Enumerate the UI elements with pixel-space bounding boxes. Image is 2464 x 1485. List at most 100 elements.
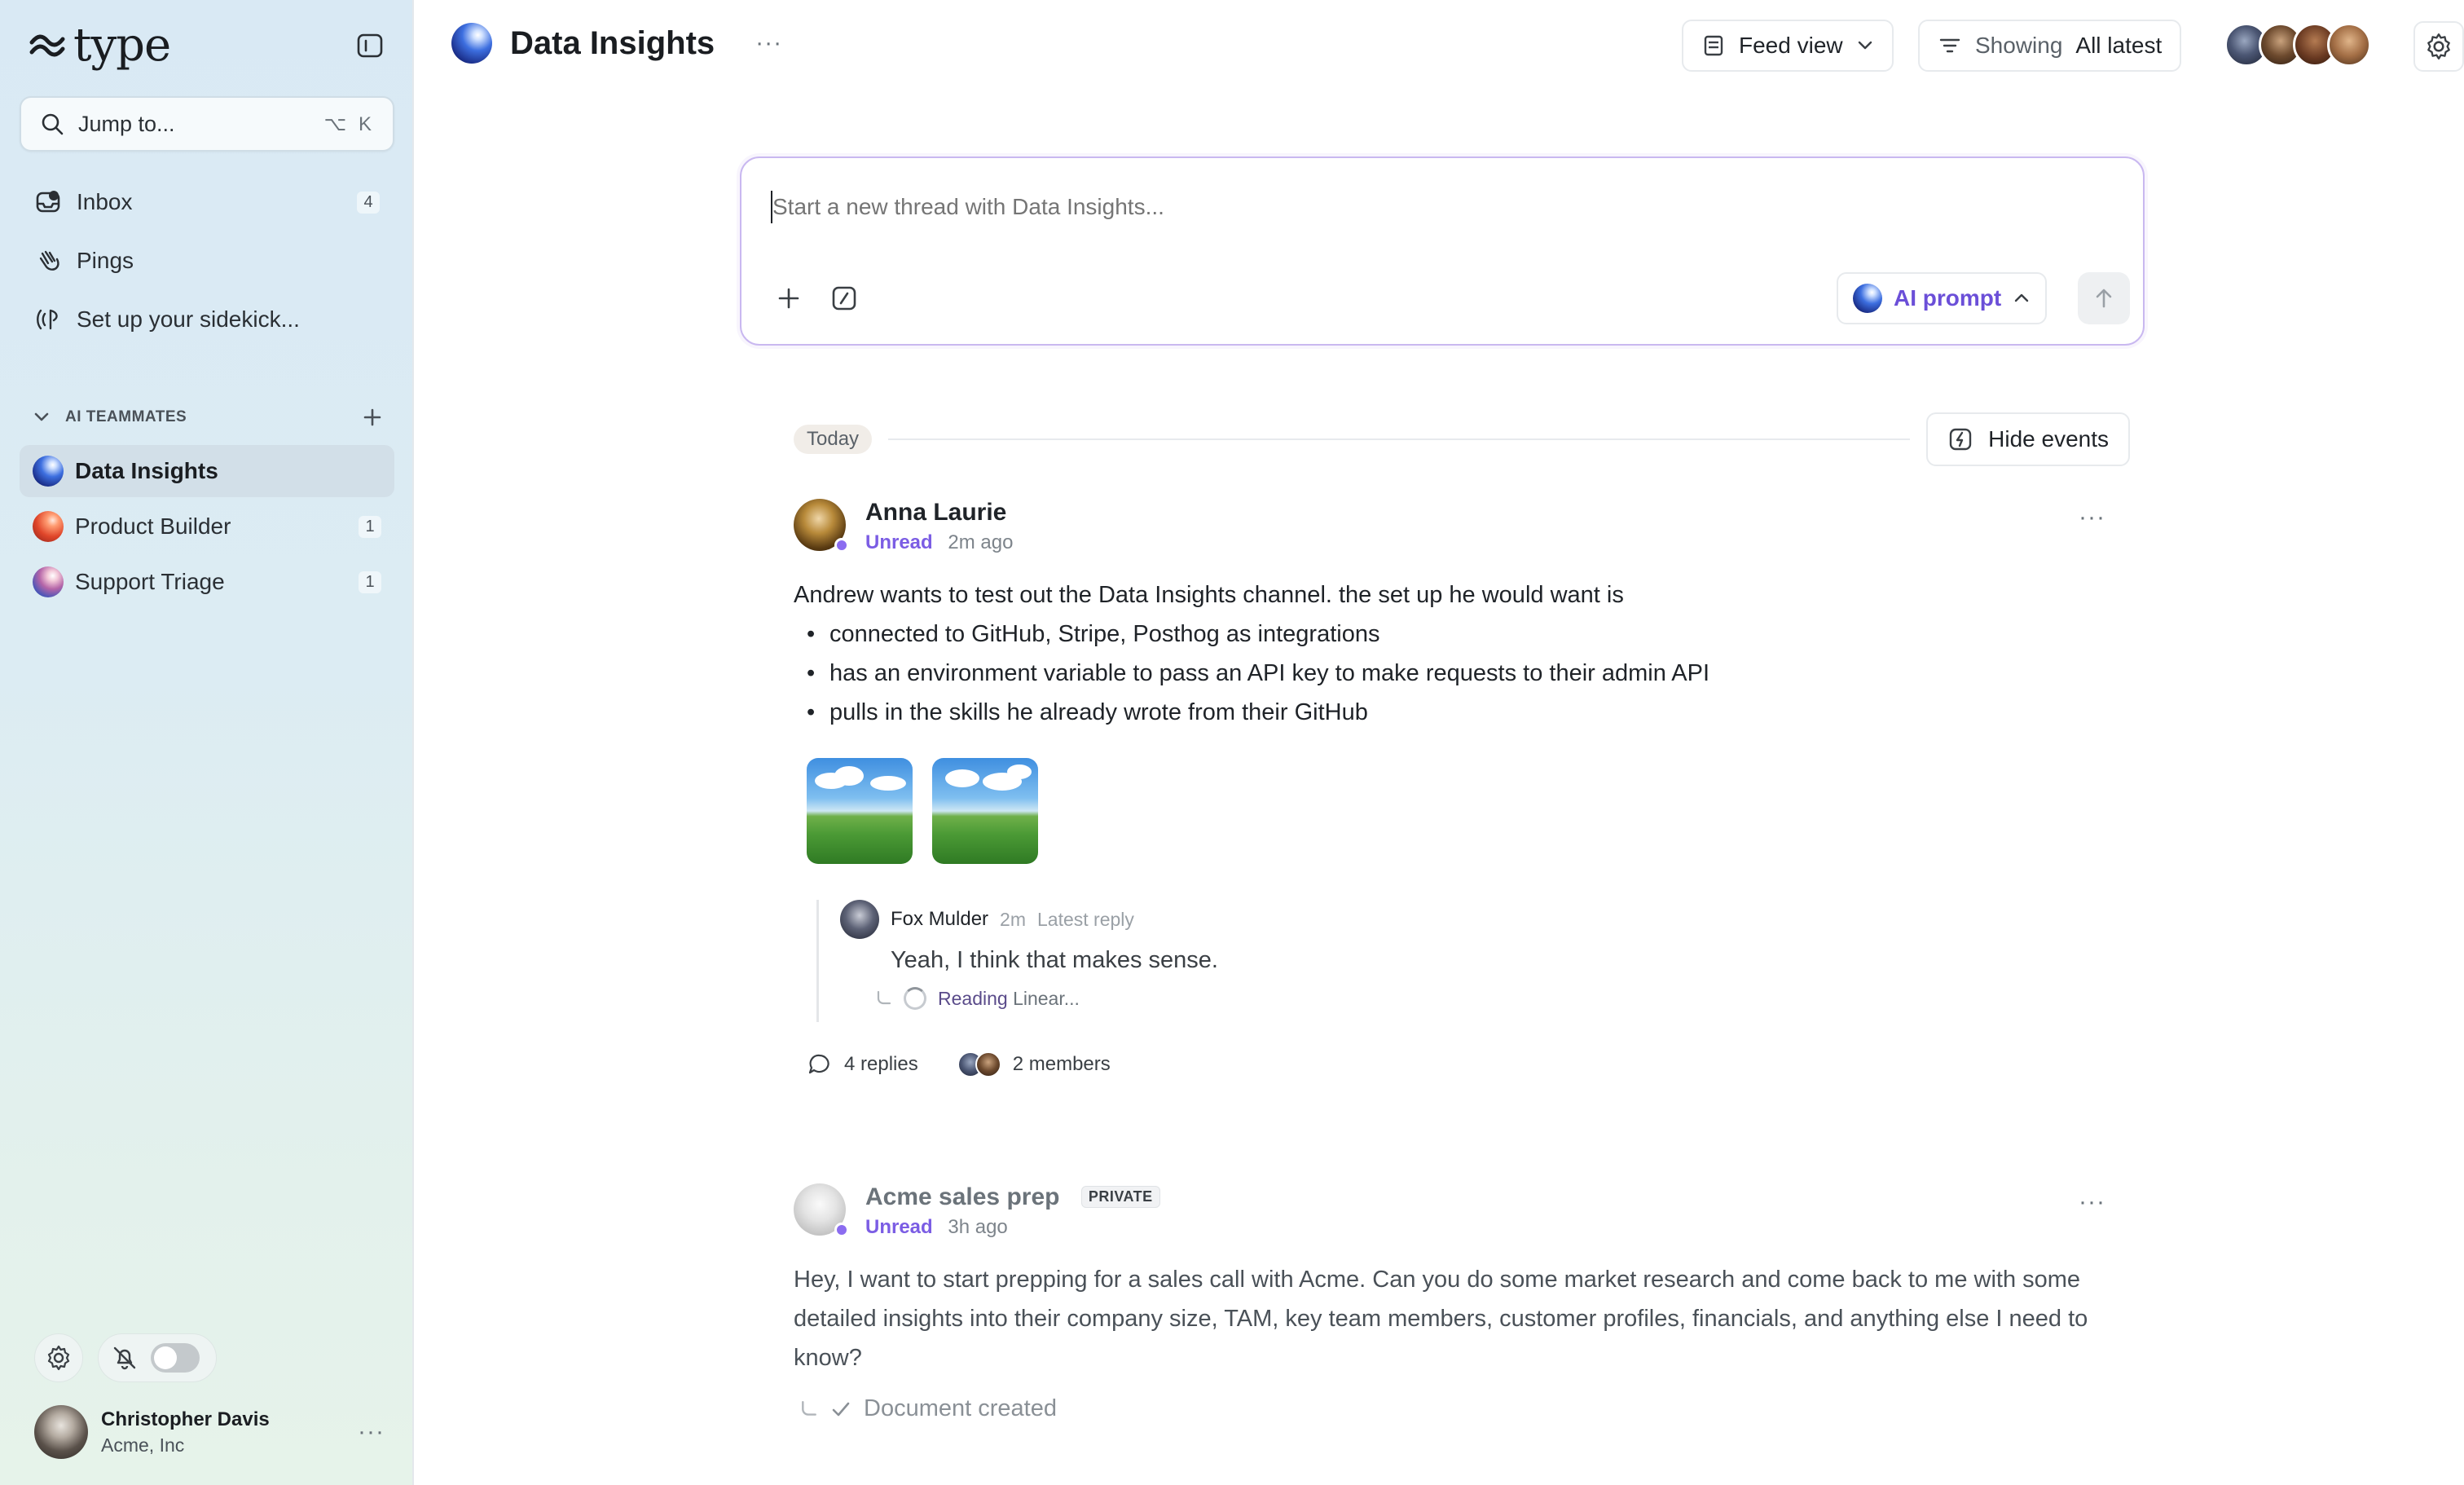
replies-count: 4 replies	[844, 1053, 918, 1075]
image-attachment[interactable]	[932, 758, 1038, 864]
data-insights-orb-icon	[33, 456, 64, 487]
support-triage-orb-icon	[33, 566, 64, 597]
showing-filter-button[interactable]: Showing All latest	[1918, 20, 2182, 72]
replies-button[interactable]: 4 replies	[807, 1051, 918, 1077]
current-user[interactable]: Christopher Davis Acme, Inc ···	[34, 1403, 385, 1461]
reply-time: 2m	[1000, 908, 1026, 930]
support-triage-count-badge: 1	[359, 571, 381, 593]
plus-icon	[778, 288, 799, 309]
inbox-count-badge: 4	[357, 191, 380, 214]
feed-view-dropdown[interactable]: Feed view	[1682, 20, 1894, 72]
ai-prompt-dropdown[interactable]: AI prompt	[1837, 272, 2048, 324]
image-attachment[interactable]	[807, 758, 913, 864]
arrow-up-icon	[2096, 289, 2112, 308]
thread-card[interactable]: Anna Laurie Unread 2m ago ··· Andrew wan…	[794, 499, 2114, 1077]
lightning-box-icon	[1949, 428, 1972, 451]
thread-options-button[interactable]: ···	[2079, 1188, 2105, 1216]
section-title: AI TEAMMATES	[65, 408, 187, 425]
avatar[interactable]	[840, 900, 879, 939]
data-insights-orb-icon	[451, 23, 492, 64]
channel-settings-button[interactable]	[2413, 21, 2464, 72]
reply-author: Fox Mulder	[891, 908, 989, 930]
sidebar-toggle-icon	[357, 33, 383, 58]
sidebar-item-product-builder[interactable]: Product Builder 1	[20, 500, 394, 553]
bell-off-icon	[113, 1346, 136, 1370]
jump-to-search[interactable]: Jump to... ⌥ K	[20, 96, 394, 152]
avatar[interactable]	[34, 1405, 88, 1459]
attachment-thumbnails	[807, 758, 2114, 864]
reply-tag: Latest reply	[1037, 908, 1134, 930]
sidebar-item-pings[interactable]: Pings	[20, 236, 394, 286]
collapse-sidebar-button[interactable]	[354, 29, 386, 62]
member-avatars	[957, 1051, 1001, 1077]
thread-options-button[interactable]: ···	[2079, 504, 2105, 531]
product-builder-orb-icon	[33, 511, 64, 542]
today-badge: Today	[794, 425, 873, 454]
sidebar-item-sidekick[interactable]: Set up your sidekick...	[20, 294, 394, 345]
thread-card[interactable]: Acme sales prep PRIVATE Unread 3h ago ··…	[794, 1183, 2114, 1422]
members-count: 2 members	[1012, 1053, 1111, 1075]
send-button[interactable]	[2078, 272, 2130, 324]
thread-title[interactable]: Acme sales prep	[865, 1183, 1059, 1210]
jump-to-placeholder: Jump to...	[78, 111, 175, 136]
list-item: pulls in the skills he already wrote fro…	[807, 693, 2114, 732]
unread-dot	[834, 1223, 849, 1237]
channel-members-avatars[interactable]	[2224, 23, 2371, 67]
avatar[interactable]	[2327, 23, 2371, 67]
brand-name: type	[73, 19, 171, 72]
new-thread-input[interactable]	[772, 194, 2076, 220]
type-logo-icon	[29, 34, 65, 57]
sidebar: type Jump to... ⌥ K Inbox 4 Pings Set up…	[0, 0, 414, 1485]
thread-intro: Andrew wants to test out the Data Insigh…	[794, 582, 1624, 608]
inbox-icon	[36, 191, 60, 213]
avatar[interactable]	[794, 499, 849, 553]
chevron-down-icon[interactable]	[33, 408, 51, 426]
thread-body: Hey, I want to start prepping for a sale…	[794, 1267, 2088, 1371]
checkmark-icon	[832, 1402, 850, 1416]
private-badge: PRIVATE	[1080, 1186, 1160, 1208]
new-thread-composer: AI prompt	[740, 156, 2145, 346]
add-attachment-button[interactable]	[771, 280, 807, 316]
user-name: Christopher Davis	[101, 1408, 270, 1430]
sidebar-item-label: Product Builder	[75, 513, 231, 539]
gear-icon	[47, 1345, 70, 1371]
thread-footer: 4 replies 2 members	[807, 1051, 2114, 1077]
reply-elbow-icon	[877, 990, 891, 1005]
add-teammate-icon[interactable]	[362, 407, 383, 428]
today-divider: Today Hide events	[794, 412, 2130, 466]
page-title: Data Insights	[510, 24, 715, 61]
channel-options-button[interactable]: ···	[755, 29, 782, 57]
notifications-toggle[interactable]	[98, 1333, 217, 1382]
chevron-up-icon	[2015, 293, 2029, 302]
sidebar-item-label: Inbox	[77, 189, 133, 214]
slash-command-button[interactable]	[826, 280, 862, 316]
agent-status: Reading Linear...	[876, 987, 2114, 1010]
hide-events-label: Hide events	[1988, 426, 2109, 452]
sidebar-item-support-triage[interactable]: Support Triage 1	[20, 556, 394, 608]
channel-title-group: Data Insights ···	[451, 23, 782, 64]
notifications-switch[interactable]	[151, 1343, 200, 1373]
members-button[interactable]: 2 members	[957, 1051, 1111, 1077]
status-object: Linear...	[1007, 987, 1080, 1009]
sidebar-item-label: Data Insights	[75, 458, 218, 483]
latest-reply[interactable]: Fox Mulder 2m Latest reply Yeah, I think…	[816, 900, 2114, 1022]
sidebar-item-data-insights[interactable]: Data Insights	[20, 445, 394, 497]
sidebar-item-inbox[interactable]: Inbox 4	[20, 177, 394, 227]
list-item: has an environment variable to pass an A…	[807, 654, 2114, 693]
hide-events-button[interactable]: Hide events	[1926, 412, 2130, 466]
app-logo[interactable]: type	[29, 19, 171, 72]
reply-text: Yeah, I think that makes sense.	[891, 947, 1218, 973]
event-label: Document created	[864, 1395, 1057, 1421]
thread-body: Andrew wants to test out the Data Insigh…	[794, 575, 2114, 732]
unread-status: Unread	[865, 531, 933, 553]
avatar[interactable]	[794, 1183, 849, 1237]
ai-teammates-section-header[interactable]: AI TEAMMATES	[33, 401, 383, 434]
settings-button[interactable]	[34, 1333, 83, 1382]
user-menu-button[interactable]: ···	[358, 1418, 385, 1446]
search-icon	[42, 113, 64, 135]
thread-author[interactable]: Anna Laurie	[865, 499, 1013, 527]
chevron-down-icon	[1858, 41, 1872, 50]
top-bar: Data Insights ··· Feed view Showing All …	[414, 0, 2464, 91]
sidebar-item-label: Support Triage	[75, 569, 225, 594]
wave-hand-icon	[39, 250, 59, 271]
